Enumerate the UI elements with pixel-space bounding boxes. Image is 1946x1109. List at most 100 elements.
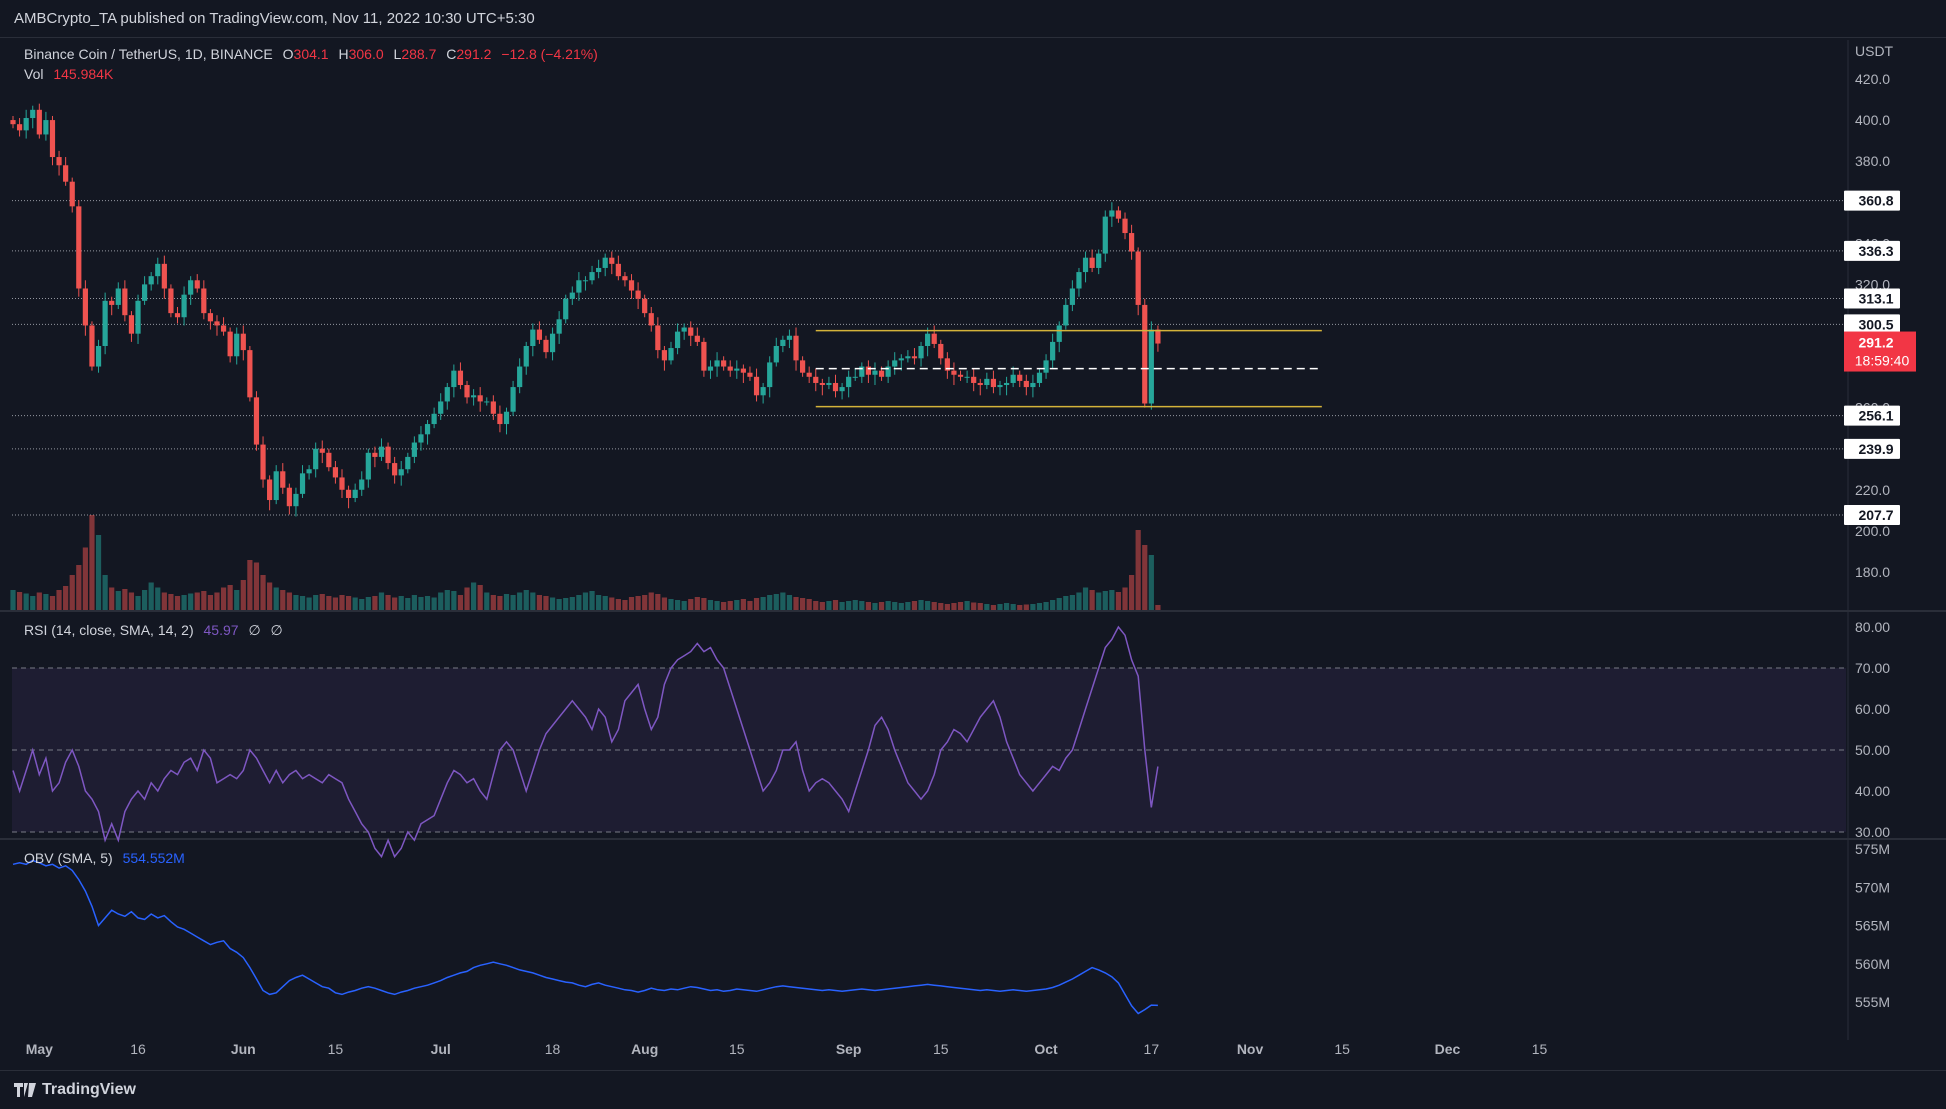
volume-bar bbox=[477, 585, 483, 610]
volume-bar bbox=[207, 595, 213, 610]
candle-body bbox=[405, 456, 411, 470]
volume-bar bbox=[128, 592, 135, 610]
candle-body bbox=[615, 263, 621, 277]
volume-bar bbox=[971, 602, 977, 610]
candle-body bbox=[997, 385, 1003, 388]
close-value: 291.2 bbox=[456, 46, 492, 62]
rsi-axis-tick: 40.00 bbox=[1855, 783, 1890, 799]
candle-body bbox=[122, 288, 128, 316]
candle-body bbox=[260, 444, 266, 480]
volume-bar bbox=[36, 592, 42, 610]
volume-bar bbox=[615, 599, 621, 610]
candle-body bbox=[931, 333, 937, 344]
volume-bar bbox=[523, 590, 529, 610]
volume-bar bbox=[622, 600, 628, 610]
candle-body bbox=[398, 469, 404, 476]
candle-body bbox=[378, 446, 385, 457]
candle-body bbox=[148, 276, 154, 285]
volume-bar bbox=[1142, 545, 1148, 610]
candle-body bbox=[780, 339, 786, 346]
volume-bar bbox=[1036, 603, 1043, 610]
volume-bar bbox=[43, 594, 49, 610]
volume-bar bbox=[188, 593, 194, 610]
candle-body bbox=[596, 267, 602, 273]
candle-body bbox=[898, 358, 904, 361]
candle-body bbox=[951, 370, 957, 375]
tradingview-brand[interactable]: TradingView bbox=[42, 1081, 136, 1099]
candle-body bbox=[1036, 372, 1043, 383]
candle-body bbox=[207, 313, 213, 322]
candle-body bbox=[1135, 251, 1141, 305]
symbol-label[interactable]: Binance Coin / TetherUS, 1D, BINANCE bbox=[24, 46, 273, 62]
time-axis-tick: 15 bbox=[1334, 1041, 1350, 1057]
tradingview-footer: TradingView bbox=[0, 1070, 1946, 1109]
candle-body bbox=[549, 333, 556, 353]
volume-bar bbox=[839, 602, 845, 610]
candle-body bbox=[234, 333, 240, 357]
chart-canvas[interactable]: USDT420.0400.0380.0340.0320.0260.0220.02… bbox=[0, 0, 1946, 1070]
candle-body bbox=[852, 376, 858, 378]
volume-bar bbox=[306, 597, 312, 610]
candle-body bbox=[905, 356, 911, 359]
volume-bar bbox=[174, 596, 181, 610]
candle-body bbox=[102, 300, 108, 346]
candle-body bbox=[201, 288, 207, 314]
volume-bar bbox=[556, 599, 562, 610]
candle-body bbox=[56, 157, 62, 166]
candle-body bbox=[523, 346, 529, 367]
price-axis-tick: 220.0 bbox=[1855, 482, 1890, 498]
rsi-label[interactable]: RSI (14, close, SMA, 14, 2) bbox=[24, 622, 194, 638]
candle-body bbox=[63, 165, 69, 182]
candle-body bbox=[497, 413, 503, 425]
change-value: −12.8 (−4.21%) bbox=[501, 46, 598, 62]
candle-body bbox=[142, 284, 148, 301]
obv-value: 554.552M bbox=[122, 850, 185, 866]
volume-bar bbox=[589, 591, 595, 610]
time-axis-tick: 15 bbox=[328, 1041, 344, 1057]
rsi-extra-1: ∅ bbox=[248, 622, 261, 638]
candle-body bbox=[628, 280, 635, 291]
volume-bar bbox=[786, 595, 793, 610]
volume-bar bbox=[490, 595, 496, 610]
volume-legend: Vol 145.984K bbox=[24, 66, 119, 82]
volume-bar bbox=[1122, 587, 1128, 610]
candle-body bbox=[155, 263, 161, 277]
volume-bar bbox=[365, 597, 371, 610]
volume-bar bbox=[569, 597, 575, 610]
candle-body bbox=[872, 370, 878, 375]
candle-body bbox=[464, 385, 470, 398]
candle-body bbox=[1129, 233, 1135, 252]
obv-label[interactable]: OBV (SMA, 5) bbox=[24, 850, 113, 866]
candle-body bbox=[832, 382, 839, 392]
volume-bar bbox=[1023, 604, 1029, 610]
volume-bar bbox=[951, 603, 957, 610]
candle-body bbox=[503, 411, 510, 425]
candle-body bbox=[1142, 304, 1148, 404]
candle-body bbox=[438, 401, 444, 414]
candle-body bbox=[352, 489, 358, 498]
candle-body bbox=[220, 325, 227, 332]
volume-bar bbox=[984, 604, 990, 610]
time-axis-tick: 17 bbox=[1144, 1041, 1160, 1057]
volume-bar bbox=[767, 595, 773, 610]
rsi-extra-2: ∅ bbox=[270, 622, 283, 638]
candle-body bbox=[819, 382, 825, 386]
candle-body bbox=[668, 348, 674, 361]
candle-body bbox=[576, 280, 582, 293]
candle-body bbox=[36, 109, 42, 135]
volume-bar bbox=[234, 590, 240, 610]
candle-body bbox=[622, 276, 628, 281]
volume-bar bbox=[911, 601, 918, 610]
volume-bar bbox=[451, 591, 457, 610]
volume-label[interactable]: Vol bbox=[24, 66, 43, 82]
volume-bar bbox=[398, 596, 404, 610]
level-tag-label: 207.7 bbox=[1858, 507, 1893, 523]
volume-bar bbox=[1063, 596, 1069, 610]
rsi-axis-tick: 50.00 bbox=[1855, 742, 1890, 758]
volume-bar bbox=[339, 595, 345, 610]
volume-bar bbox=[819, 602, 825, 610]
rsi-axis-tick: 60.00 bbox=[1855, 701, 1890, 717]
volume-bar bbox=[1109, 590, 1115, 610]
high-label: H bbox=[338, 46, 349, 62]
volume-bar bbox=[1076, 592, 1082, 610]
